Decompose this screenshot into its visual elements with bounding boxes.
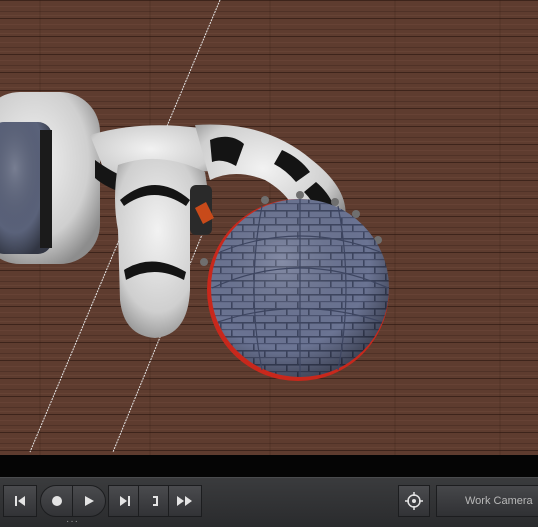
record-button[interactable]	[40, 485, 74, 517]
step-back-icon	[15, 496, 25, 506]
crosshair-target-icon	[405, 492, 423, 510]
textured-sphere[interactable]	[207, 199, 389, 381]
step-forward-button[interactable]	[108, 485, 142, 517]
play-icon	[85, 496, 94, 506]
toolbar-grip-icon[interactable]: ···	[66, 517, 79, 527]
step-back-button[interactable]	[3, 485, 37, 517]
fast-forward-icon	[177, 496, 192, 506]
scene-render[interactable]	[0, 0, 538, 455]
bracket-icon	[153, 496, 158, 506]
fast-forward-button[interactable]	[168, 485, 202, 517]
playback-toolbar: Work Camera	[0, 477, 538, 527]
viewport-divider	[0, 455, 538, 477]
camera-select-label: Work Camera	[465, 495, 533, 507]
step-forward-icon	[120, 496, 130, 506]
play-button[interactable]	[72, 485, 106, 517]
camera-select[interactable]: Work Camera	[436, 485, 538, 517]
3d-viewport[interactable]	[0, 0, 538, 455]
record-icon	[52, 496, 62, 506]
frame-marker-button[interactable]	[138, 485, 172, 517]
camera-target-button[interactable]	[398, 485, 430, 517]
